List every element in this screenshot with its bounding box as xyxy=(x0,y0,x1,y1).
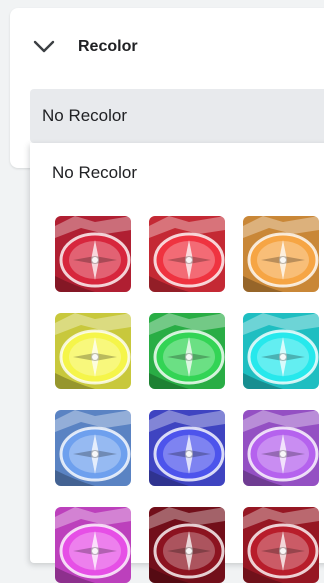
select-value: No Recolor xyxy=(42,106,128,125)
compass-thumbnail-icon xyxy=(55,410,131,486)
recolor-swatch-cyan[interactable] xyxy=(243,313,319,389)
compass-thumbnail-icon xyxy=(243,507,319,583)
compass-thumbnail-icon xyxy=(149,313,225,389)
recolor-swatch-red-dark[interactable] xyxy=(55,216,131,292)
recolor-swatch-maroon[interactable] xyxy=(149,507,225,583)
compass-thumbnail-icon xyxy=(243,410,319,486)
recolor-swatch-crimson[interactable] xyxy=(243,507,319,583)
recolor-swatch-magenta[interactable] xyxy=(55,507,131,583)
compass-thumbnail-icon xyxy=(243,313,319,389)
compass-thumbnail-icon xyxy=(243,216,319,292)
recolor-header[interactable]: Recolor xyxy=(30,30,138,64)
compass-thumbnail-icon xyxy=(55,507,131,583)
recolor-swatch-green[interactable] xyxy=(149,313,225,389)
section-title: Recolor xyxy=(78,38,138,55)
compass-thumbnail-icon xyxy=(149,216,225,292)
chevron-down-icon[interactable] xyxy=(30,37,58,57)
recolor-swatch-blue-light[interactable] xyxy=(55,410,131,486)
compass-thumbnail-icon xyxy=(55,313,131,389)
recolor-swatch-blue[interactable] xyxy=(149,410,225,486)
recolor-swatch-orange[interactable] xyxy=(243,216,319,292)
compass-thumbnail-icon xyxy=(149,507,225,583)
recolor-swatch-purple[interactable] xyxy=(243,410,319,486)
recolor-swatch-red[interactable] xyxy=(149,216,225,292)
compass-thumbnail-icon xyxy=(149,410,225,486)
compass-thumbnail-icon xyxy=(55,216,131,292)
option-no-recolor[interactable]: No Recolor xyxy=(52,163,137,183)
recolor-select[interactable]: No Recolor xyxy=(30,89,324,143)
recolor-dropdown: No Recolor xyxy=(30,143,324,583)
recolor-swatch-yellow[interactable] xyxy=(55,313,131,389)
